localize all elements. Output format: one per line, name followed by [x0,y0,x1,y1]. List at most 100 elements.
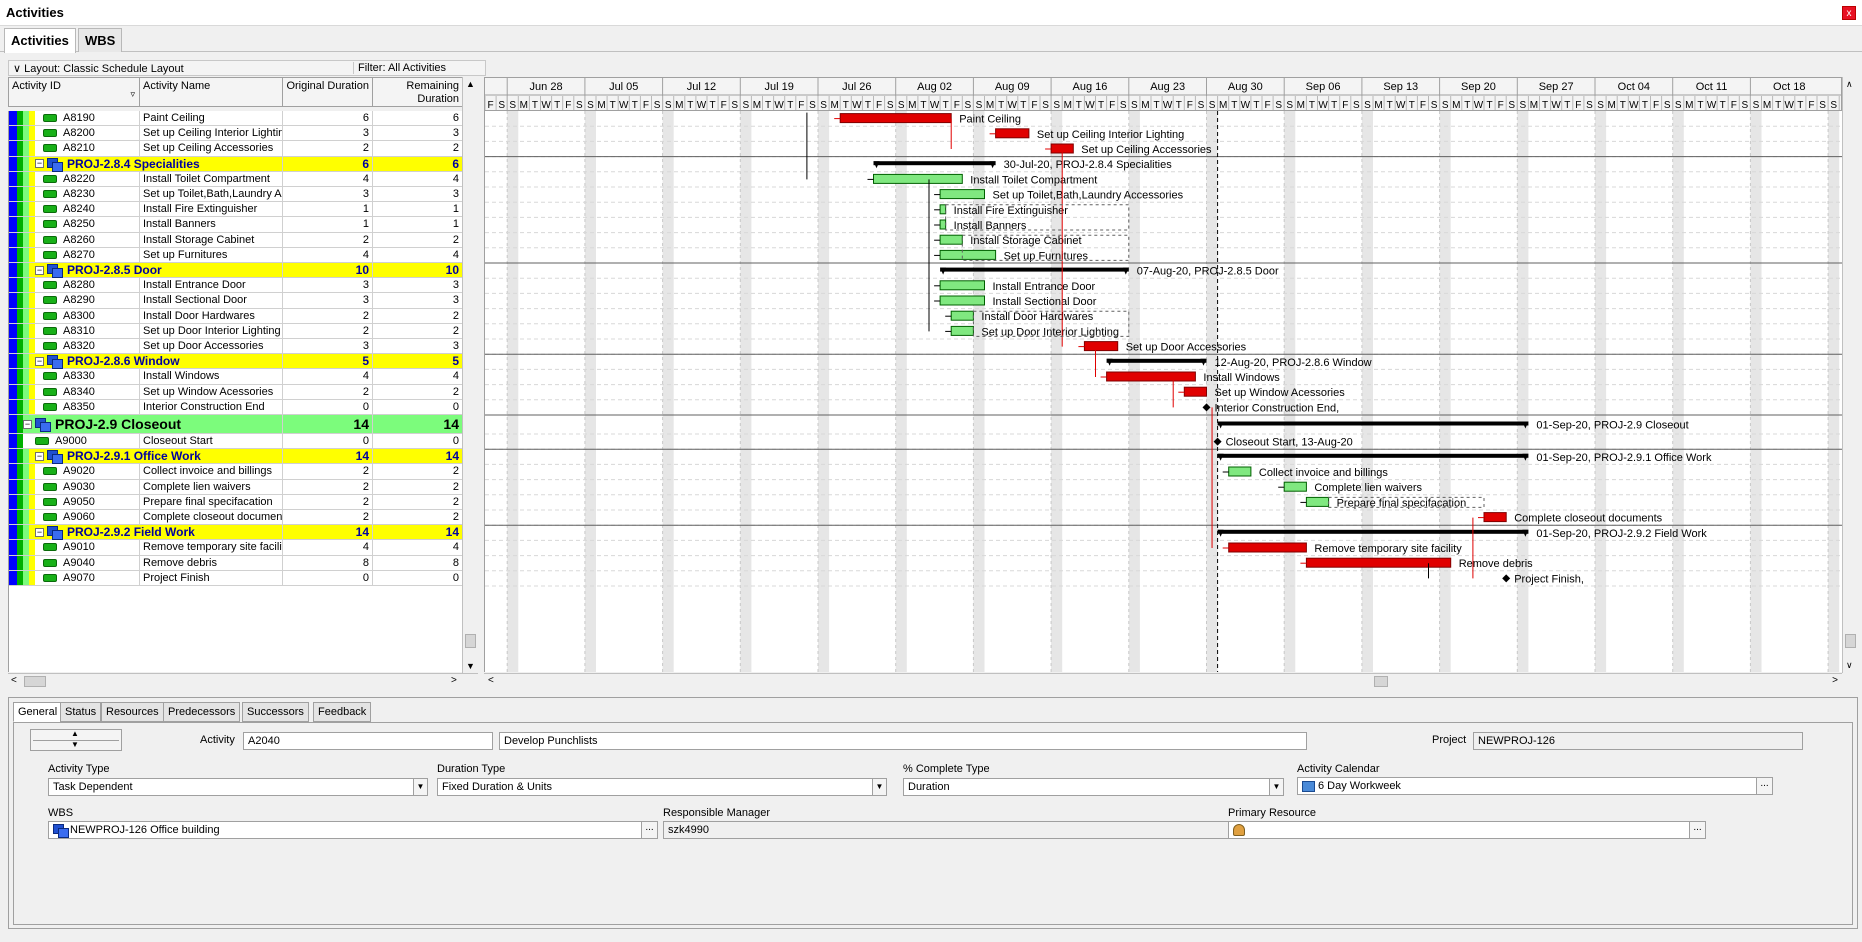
table-row[interactable]: A8280 Install Entrance Door 3 3 [9,278,478,294]
tab-successors[interactable]: Successors [242,702,309,722]
column-activity-name[interactable]: Activity Name [140,78,283,107]
scroll-thumb[interactable] [24,676,46,687]
tab-status[interactable]: Status [60,702,102,722]
table-row[interactable]: A9030 Complete lien waivers 2 2 [9,479,478,495]
tab-resources[interactable]: Resources [101,702,164,722]
activity-type-select[interactable]: Task Dependent ▼ [48,778,428,796]
table-row[interactable]: A8330 Install Windows 4 4 [9,369,478,385]
chevron-down-icon[interactable]: ▼ [1269,779,1283,795]
activity-name-field[interactable]: Develop Punchlists [499,732,1307,750]
tab-feedback[interactable]: Feedback [313,702,372,722]
collapse-icon[interactable]: − [35,265,44,275]
table-row[interactable]: A8320 Set up Door Accessories 3 3 [9,339,478,355]
ellipsis-button[interactable]: ... [1756,778,1772,794]
gantt-horizontal-scrollbar[interactable]: < > [484,673,1842,689]
table-row[interactable]: A9040 Remove debris 8 8 [9,555,478,571]
table-row[interactable]: A9010 Remove temporary site facility 4 4 [9,540,478,556]
wbs-row[interactable]: −PROJ-2.8.5 DoorDoor1010 [9,263,478,279]
table-row[interactable]: A8350 Interior Construction End 0 0 [9,399,478,415]
arrow-down-icon[interactable]: ▼ [71,740,79,749]
table-row[interactable]: A9070 Project Finish 0 0 [9,570,478,586]
wbs-field[interactable]: NEWPROJ-126 Office building... [48,821,658,839]
activity-id: A9050 [63,495,95,508]
close-icon[interactable]: x [1842,6,1856,20]
scroll-down-icon[interactable]: ∨ [1846,660,1853,671]
scroll-thumb[interactable] [465,634,476,648]
wbs-row[interactable]: −PROJ-2.8.4 SpecialitiesSpecialities66 [9,156,478,172]
chevron-down-icon[interactable]: ▼ [872,779,886,795]
table-row[interactable]: A8300 Install Door Hardwares 2 2 [9,308,478,324]
ellipsis-button[interactable]: ... [1689,822,1705,838]
table-row[interactable]: A8250 Install Banners 1 1 [9,217,478,233]
original-duration-cell: 6 [283,156,373,171]
table-row[interactable]: A9000 Closeout Start 0 0 [9,434,478,450]
wbs-row[interactable]: −PROJ-2.9.1 Office WorkOffice Work1414 [9,449,478,465]
day-letter: T [920,100,926,111]
activity-id-cell: A8300 [35,308,140,323]
collapse-icon[interactable]: − [23,419,32,429]
collapse-icon[interactable]: − [35,159,44,169]
activity-table-header: Activity ID ▿ Activity Name Original Dura… [8,77,478,107]
filter-label[interactable]: Filter: All Activities [353,62,446,74]
wbs-row[interactable]: −PROJ-2.9 CloseoutCloseout1414 [9,415,478,434]
table-row[interactable]: A8220 Install Toilet Compartment 4 4 [9,171,478,187]
collapse-icon[interactable]: − [35,356,44,366]
wbs-row[interactable]: −PROJ-2.9.2 Field WorkField Work1414 [9,525,478,541]
table-row[interactable]: A8200 Set up Ceiling Interior Lighting 3 3 [9,126,478,142]
table-row[interactable]: A8340 Set up Window Acessories 2 2 [9,384,478,400]
table-row[interactable]: A8240 Install Fire Extinguisher 1 1 [9,202,478,218]
table-row[interactable]: A8230 Set up Toilet,Bath,Laundry Accessor… [9,187,478,203]
week-label: Sep 20 [1461,81,1496,93]
tab-general[interactable]: General [13,702,63,722]
wbs-row[interactable]: −PROJ-2.8.6 WindowWindow55 [9,354,478,370]
table-vertical-scrollbar[interactable]: ▲ ▼ [462,77,478,673]
scroll-thumb[interactable] [1845,634,1856,648]
table-row[interactable]: A9060 Complete closeout documents 2 2 [9,510,478,526]
activity-calendar-field[interactable]: 6 Day Workweek... [1297,777,1773,795]
table-row[interactable]: A8210 Set up Ceiling Accessories 2 2 [9,141,478,157]
scroll-left-icon[interactable]: < [11,675,17,686]
table-row[interactable]: A8260 Install Storage Cabinet 2 2 [9,232,478,248]
table-row[interactable]: A9020 Collect invoice and billings 2 2 [9,464,478,480]
scroll-up-icon[interactable]: ▲ [466,79,475,89]
scroll-thumb[interactable] [1374,676,1388,687]
scroll-up-icon[interactable]: ∧ [1846,79,1853,90]
gantt-vertical-scrollbar[interactable]: ∧ ∨ [1842,77,1858,673]
day-letter: T [1642,100,1648,111]
day-letter: M [1141,100,1149,111]
column-remaining-duration[interactable]: Remaining Duration [373,78,463,107]
record-navigator[interactable]: ▲ ▼ [30,729,122,751]
collapse-icon[interactable]: − [35,451,44,461]
duration-type-select[interactable]: Fixed Duration & Units ▼ [437,778,887,796]
project-field: NEWPROJ-126 [1473,732,1803,750]
activity-name-cell: Remove temporary site facility [140,540,283,555]
scroll-down-icon[interactable]: ▼ [466,661,475,671]
table-row[interactable]: A8290 Install Sectional Door 3 3 [9,293,478,309]
ellipsis-button[interactable]: ... [641,822,657,838]
table-row[interactable]: A8270 Set up Furnitures 4 4 [9,247,478,263]
tab-predecessors[interactable]: Predecessors [163,702,241,722]
original-duration-cell: 0 [283,434,373,449]
tab-activities[interactable]: Activities [4,28,76,53]
column-original-duration[interactable]: Original Duration [283,78,373,107]
column-activity-id[interactable]: Activity ID ▿ [9,78,140,107]
day-letter: S [809,100,816,111]
scroll-right-icon[interactable]: > [1832,675,1838,686]
percent-complete-type-select[interactable]: Duration ▼ [903,778,1284,796]
table-row[interactable]: A8190 Paint Ceiling 6 6 [9,111,478,127]
scroll-right-icon[interactable]: > [451,675,457,686]
layout-selector[interactable]: ∨ Layout: Classic Schedule Layout [13,62,184,75]
table-row[interactable]: A8310 Set up Door Interior Lighting 2 2 [9,323,478,339]
tab-wbs[interactable]: WBS [78,28,123,52]
activity-id-field[interactable]: A2040 [243,732,493,750]
activity-name-cell: Closeout Start [140,434,283,449]
primary-resource-field[interactable]: ... [1228,821,1706,839]
collapse-icon[interactable]: − [35,527,44,537]
bar-label: Install Door Hardwares [981,311,1093,323]
chevron-down-icon[interactable]: ▼ [413,779,427,795]
table-row[interactable]: A9050 Prepare final specifacation 2 2 [9,494,478,510]
critical-activity-bar [839,113,952,124]
scroll-left-icon[interactable]: < [488,675,494,686]
table-horizontal-scrollbar[interactable]: < > [8,673,478,689]
arrow-up-icon[interactable]: ▲ [71,729,79,738]
